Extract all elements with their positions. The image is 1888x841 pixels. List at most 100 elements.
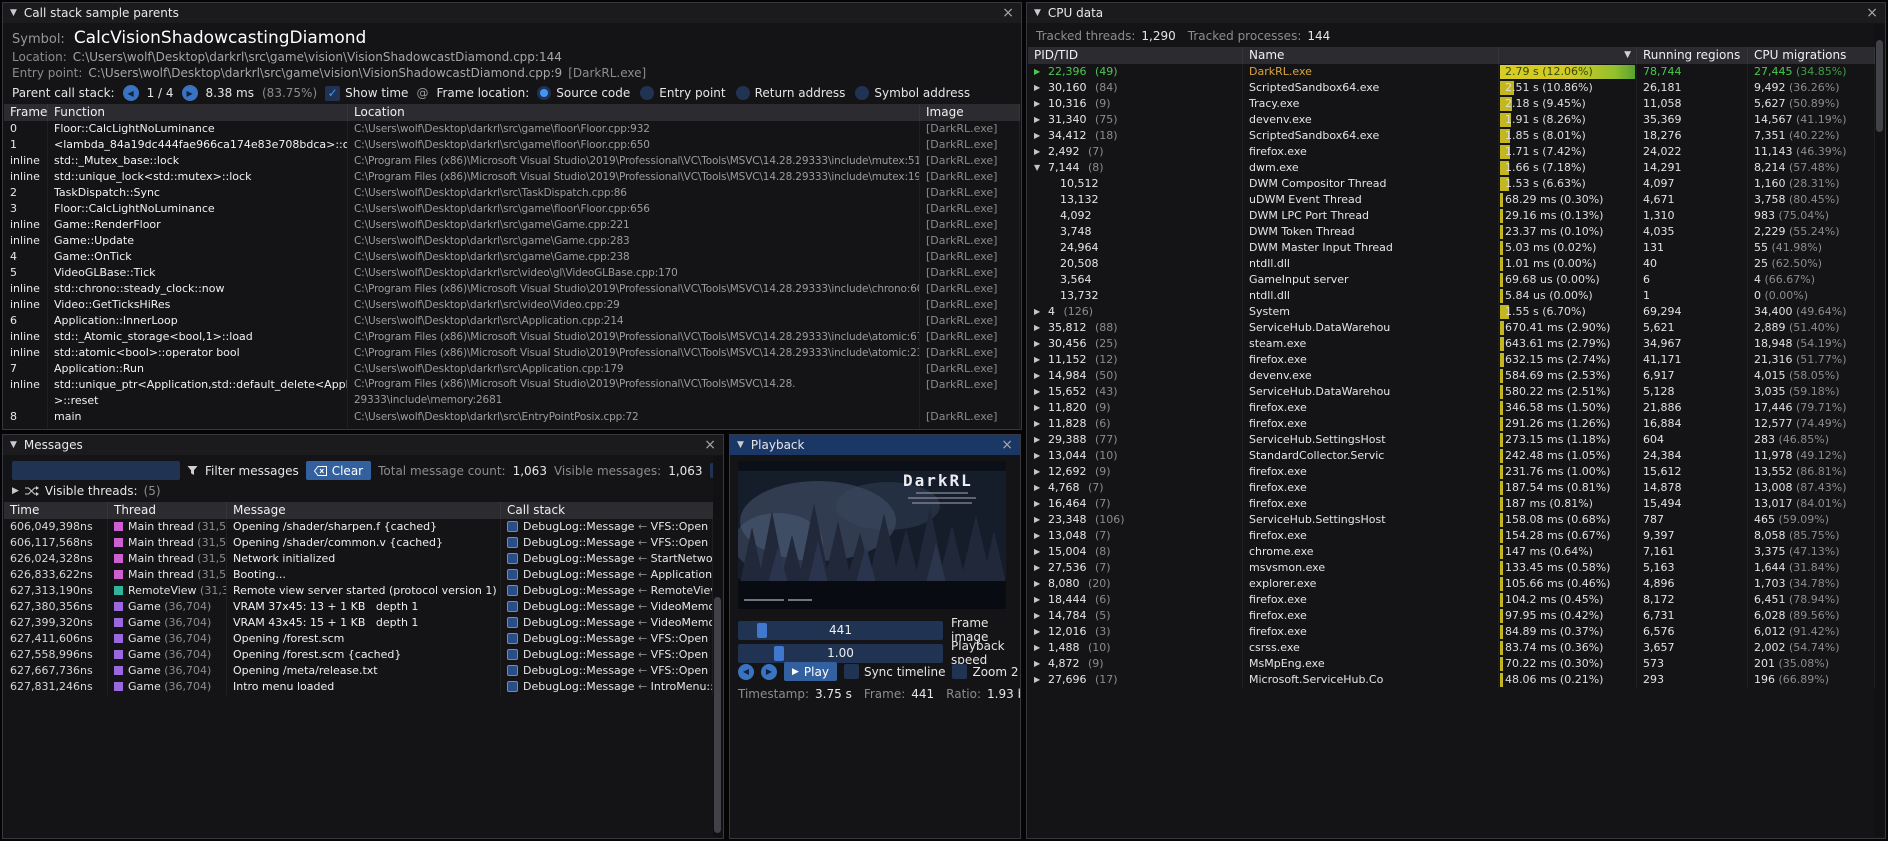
- cpu-row[interactable]: ▶22,396 (49)DarkRL.exe2.79 s (12.06%)78,…: [1028, 64, 1875, 80]
- frame-location-radio[interactable]: Entry point: [640, 86, 725, 100]
- previous-frame-button[interactable]: ◀: [738, 664, 754, 680]
- cpu-row[interactable]: ▶13,048 (7)firefox.exe154.28 ms (0.67%)9…: [1028, 528, 1875, 544]
- callstack-button-icon[interactable]: [507, 601, 518, 612]
- visible-threads-node[interactable]: ▶ Visible threads: (5): [12, 484, 161, 498]
- callstack-button-icon[interactable]: [507, 569, 518, 580]
- cpu-row[interactable]: 10,512DWM Compositor Thread1.53 s (6.63%…: [1028, 176, 1875, 192]
- cpu-row[interactable]: ▶13,044 (10)StandardCollector.Servic242.…: [1028, 448, 1875, 464]
- callstack-frame-row[interactable]: 1<lambda_84a19dc444fae966ca174e83e708bdc…: [4, 137, 1020, 153]
- cpu-row[interactable]: ▶30,456 (25)steam.exe643.61 ms (2.79%)34…: [1028, 336, 1875, 352]
- tree-collapsed-icon[interactable]: ▶: [1034, 112, 1043, 128]
- collapse-icon[interactable]: ▼: [1034, 8, 1041, 18]
- frame-location-radio[interactable]: Return address: [736, 86, 846, 100]
- cpu-row[interactable]: ▶27,536 (7)msvsmon.exe133.45 ms (0.58%)5…: [1028, 560, 1875, 576]
- cpu-row[interactable]: 13,132uDWM Event Thread68.29 ms (0.30%)4…: [1028, 192, 1875, 208]
- cpu-row[interactable]: ▶23,348 (106)ServiceHub.SettingsHost158.…: [1028, 512, 1875, 528]
- close-icon[interactable]: ×: [704, 438, 716, 452]
- tree-collapsed-icon[interactable]: ▶: [1034, 320, 1043, 336]
- callstack-titlebar[interactable]: ▼ Call stack sample parents ×: [3, 3, 1021, 23]
- zoom-2x-checkbox[interactable]: Zoom 2×: [952, 664, 1021, 679]
- tree-collapsed-icon[interactable]: ▶: [1034, 512, 1043, 528]
- cpu-row[interactable]: ▶4,768 (7)firefox.exe187.54 ms (0.81%)14…: [1028, 480, 1875, 496]
- message-row[interactable]: 606,117,568nsMain thread (31,596)Opening…: [4, 535, 713, 551]
- message-row[interactable]: 627,831,246nsGame (36,704)Intro menu loa…: [4, 679, 713, 695]
- cpu-row[interactable]: ▶18,444 (6)firefox.exe104.2 ms (0.45%)8,…: [1028, 592, 1875, 608]
- tree-collapsed-icon[interactable]: ▶: [1034, 480, 1043, 496]
- collapse-icon[interactable]: ▼: [10, 440, 17, 450]
- tree-collapsed-icon[interactable]: ▶: [1034, 448, 1043, 464]
- playback-speed-slider[interactable]: 1.00: [738, 644, 943, 663]
- tree-collapsed-icon[interactable]: ▶: [1034, 464, 1043, 480]
- tree-collapsed-icon[interactable]: ▶: [1034, 544, 1043, 560]
- callstack-button-icon[interactable]: [507, 585, 518, 596]
- column-header-frame[interactable]: Frame: [4, 104, 48, 121]
- column-header-function[interactable]: Function: [48, 104, 348, 121]
- clear-button[interactable]: Clear: [306, 461, 371, 480]
- callstack-frame-row[interactable]: 7Application::RunC:\Users\wolf\Desktop\d…: [4, 361, 1020, 377]
- callstack-frame-row[interactable]: 0Floor::CalcLightNoLuminanceC:\Users\wol…: [4, 121, 1020, 137]
- tree-collapsed-icon[interactable]: ▶: [1034, 416, 1043, 432]
- tree-collapsed-icon[interactable]: ▶: [1034, 432, 1043, 448]
- callstack-frame-row[interactable]: inlinestd::chrono::steady_clock::nowC:\P…: [4, 281, 1020, 297]
- column-header-running-regions[interactable]: Running regions: [1637, 47, 1748, 64]
- tree-collapsed-icon[interactable]: ▶: [1034, 496, 1043, 512]
- callstack-frame-row[interactable]: 5VideoGLBase::TickC:\Users\wolf\Desktop\…: [4, 265, 1020, 281]
- cpu-row[interactable]: ▶16,464 (7)firefox.exe187 ms (0.81%)15,4…: [1028, 496, 1875, 512]
- scrollbar-thumb[interactable]: [714, 597, 721, 833]
- cpu-row[interactable]: ▶30,160 (84)ScriptedSandbox64.exe2.51 s …: [1028, 80, 1875, 96]
- callstack-button-icon[interactable]: [507, 649, 518, 660]
- callstack-frame-row[interactable]: 2TaskDispatch::SyncC:\Users\wolf\Desktop…: [4, 185, 1020, 201]
- show-time-checkbox[interactable]: ✓ Show time: [325, 86, 408, 101]
- message-row[interactable]: 627,667,736nsGame (36,704)Opening /meta/…: [4, 663, 713, 679]
- cpu-row[interactable]: 24,964DWM Master Input Thread5.03 ms (0.…: [1028, 240, 1875, 256]
- cpu-row[interactable]: ▶1,488 (10)csrss.exe83.74 ms (0.36%)3,65…: [1028, 640, 1875, 656]
- callstack-button-icon[interactable]: [507, 617, 518, 628]
- column-header-time[interactable]: Time: [4, 502, 108, 519]
- tree-collapsed-icon[interactable]: ▶: [1034, 608, 1043, 624]
- callstack-frame-row[interactable]: inlinestd::atomic<bool>::operator boolC:…: [4, 345, 1020, 361]
- cpu-row[interactable]: ▼7,144 (8)dwm.exe1.66 s (7.18%)14,2918,2…: [1028, 160, 1875, 176]
- cpu-row[interactable]: 4,092DWM LPC Port Thread29.16 ms (0.13%)…: [1028, 208, 1875, 224]
- cpu-row[interactable]: ▶15,652 (43)ServiceHub.DataWarehou580.22…: [1028, 384, 1875, 400]
- callstack-frame-row[interactable]: inlinestd::_Atomic_storage<bool,1>::load…: [4, 329, 1020, 345]
- callstack-frame-row[interactable]: inlinestd::_Mutex_base::lockC:\Program F…: [4, 153, 1020, 169]
- tree-expanded-icon[interactable]: ▼: [1034, 160, 1043, 176]
- cpu-row[interactable]: ▶31,340 (75)devenv.exe1.91 s (8.26%)35,3…: [1028, 112, 1875, 128]
- collapse-icon[interactable]: ▼: [10, 8, 17, 18]
- callstack-frame-row[interactable]: inlinestd::unique_lock<std::mutex>::lock…: [4, 169, 1020, 185]
- column-header-thread[interactable]: Thread: [108, 502, 227, 519]
- tree-collapsed-icon[interactable]: ▶: [1034, 656, 1043, 672]
- callstack-frame-row[interactable]: inlineVideo::GetTicksHiResC:\Users\wolf\…: [4, 297, 1020, 313]
- callstack-frame-row[interactable]: 4Game::OnTickC:\Users\wolf\Desktop\darkr…: [4, 249, 1020, 265]
- cpu-row[interactable]: ▶4 (126)System1.55 s (6.70%)69,29434,400…: [1028, 304, 1875, 320]
- close-icon[interactable]: ×: [1001, 438, 1013, 452]
- next-frame-button[interactable]: ▶: [761, 664, 777, 680]
- message-row[interactable]: 626,024,328nsMain thread (31,596)Network…: [4, 551, 713, 567]
- callstack-frame-row[interactable]: 8mainC:\Users\wolf\Desktop\darkrl\src\En…: [4, 409, 1020, 425]
- cpu-row[interactable]: ▶11,152 (12)firefox.exe632.15 ms (2.74%)…: [1028, 352, 1875, 368]
- cpu-row[interactable]: 20,508ntdll.dll1.01 ms (0.00%)4025 (62.5…: [1028, 256, 1875, 272]
- sync-timeline-checkbox[interactable]: Sync timeline: [844, 664, 946, 679]
- frame-image-slider[interactable]: 441: [738, 621, 943, 640]
- tree-collapsed-icon[interactable]: ▶: [1034, 384, 1043, 400]
- cpu-row[interactable]: ▶4,872 (9)MsMpEng.exe70.22 ms (0.30%)573…: [1028, 656, 1875, 672]
- callstack-frame-row[interactable]: 6Application::InnerLoopC:\Users\wolf\Des…: [4, 313, 1020, 329]
- cpu-row[interactable]: ▶14,784 (5)firefox.exe97.95 ms (0.42%)6,…: [1028, 608, 1875, 624]
- close-icon[interactable]: ×: [1866, 6, 1878, 20]
- close-icon[interactable]: ×: [1002, 6, 1014, 20]
- callstack-frame-row[interactable]: inlinestd::unique_ptr<Application,std::d…: [4, 377, 1020, 409]
- tree-collapsed-icon[interactable]: ▶: [1034, 336, 1043, 352]
- tree-collapsed-icon[interactable]: ▶: [1034, 672, 1043, 688]
- tree-collapsed-icon[interactable]: ▶: [1034, 128, 1043, 144]
- callstack-button-icon[interactable]: [507, 553, 518, 564]
- column-header-name[interactable]: Name: [1243, 47, 1499, 64]
- column-header-cpu-migrations[interactable]: CPU migrations: [1748, 47, 1875, 64]
- tree-collapsed-icon[interactable]: ▶: [1034, 576, 1043, 592]
- filter-input[interactable]: [12, 461, 180, 480]
- tree-collapsed-icon[interactable]: ▶: [1034, 64, 1043, 80]
- cpu-row[interactable]: ▶2,492 (7)firefox.exe1.71 s (7.42%)24,02…: [1028, 144, 1875, 160]
- playback-titlebar[interactable]: ▼ Playback ×: [730, 435, 1020, 455]
- cpu-row[interactable]: ▶8,080 (20)explorer.exe105.66 ms (0.46%)…: [1028, 576, 1875, 592]
- collapse-icon[interactable]: ▼: [737, 440, 744, 450]
- tree-collapsed-icon[interactable]: ▶: [1034, 528, 1043, 544]
